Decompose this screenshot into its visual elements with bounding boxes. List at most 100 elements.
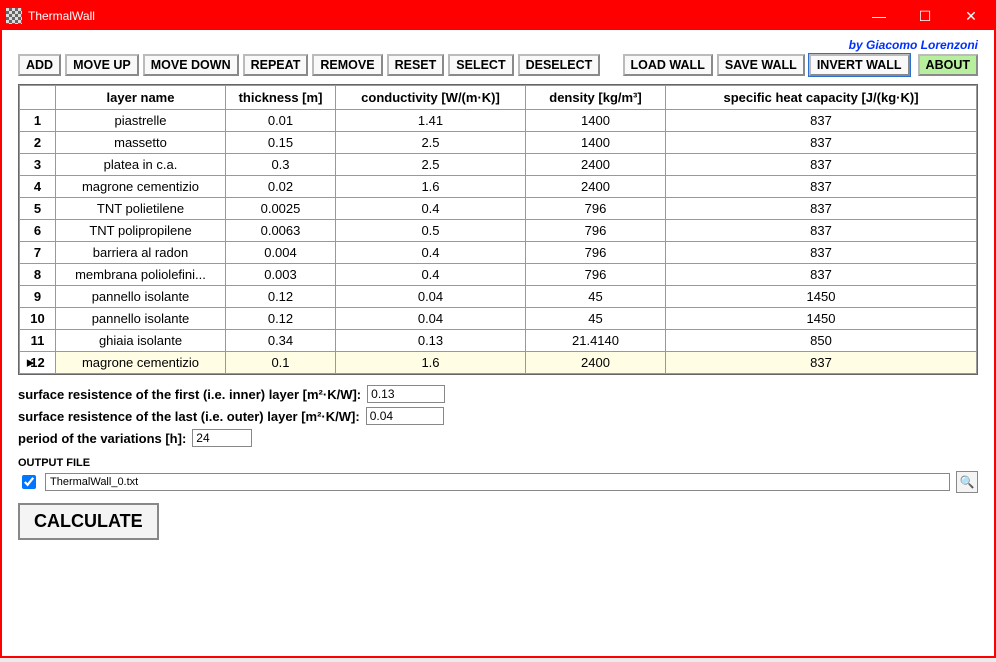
cell-shc[interactable]: 1450 <box>666 308 977 330</box>
cell-thickness[interactable]: 0.1 <box>226 352 336 374</box>
cell-shc[interactable]: 837 <box>666 154 977 176</box>
cell-density[interactable]: 1400 <box>526 132 666 154</box>
invert-wall-button[interactable]: INVERT WALL <box>809 54 910 76</box>
cell-density[interactable]: 796 <box>526 198 666 220</box>
cell-conductivity[interactable]: 0.04 <box>336 286 526 308</box>
cell-shc[interactable]: 837 <box>666 110 977 132</box>
cell-thickness[interactable]: 0.12 <box>226 308 336 330</box>
cell-conductivity[interactable]: 0.4 <box>336 198 526 220</box>
cell-layer[interactable]: TNT polietilene <box>56 198 226 220</box>
minimize-button[interactable]: — <box>856 2 902 30</box>
cell-density[interactable]: 2400 <box>526 176 666 198</box>
cell-thickness[interactable]: 0.01 <box>226 110 336 132</box>
cell-shc[interactable]: 837 <box>666 198 977 220</box>
cell-conductivity[interactable]: 1.41 <box>336 110 526 132</box>
cell-density[interactable]: 2400 <box>526 352 666 374</box>
cell-density[interactable]: 45 <box>526 286 666 308</box>
browse-button[interactable]: 🔍 <box>956 471 978 493</box>
cell-density[interactable]: 45 <box>526 308 666 330</box>
period-input[interactable] <box>192 429 252 447</box>
table-row[interactable]: 2massetto0.152.51400837 <box>20 132 977 154</box>
cell-layer[interactable]: massetto <box>56 132 226 154</box>
table-row[interactable]: 8membrana poliolefini...0.0030.4796837 <box>20 264 977 286</box>
cell-density[interactable]: 796 <box>526 242 666 264</box>
cell-conductivity[interactable]: 0.04 <box>336 308 526 330</box>
add-button[interactable]: ADD <box>18 54 61 76</box>
cell-layer[interactable]: TNT polipropilene <box>56 220 226 242</box>
maximize-button[interactable]: ☐ <box>902 2 948 30</box>
cell-shc[interactable]: 837 <box>666 242 977 264</box>
cell-thickness[interactable]: 0.003 <box>226 264 336 286</box>
save-wall-button[interactable]: SAVE WALL <box>717 54 805 76</box>
cell-shc[interactable]: 837 <box>666 352 977 374</box>
row-header[interactable]: 8 <box>20 264 56 286</box>
table-row[interactable]: 9pannello isolante0.120.04451450 <box>20 286 977 308</box>
cell-thickness[interactable]: 0.0025 <box>226 198 336 220</box>
col-header-thickness[interactable]: thickness [m] <box>226 86 336 110</box>
cell-density[interactable]: 796 <box>526 220 666 242</box>
cell-layer[interactable]: magrone cementizio <box>56 352 226 374</box>
cell-shc[interactable]: 837 <box>666 264 977 286</box>
layers-table[interactable]: layer name thickness [m] conductivity [W… <box>19 85 977 374</box>
cell-thickness[interactable]: 0.0063 <box>226 220 336 242</box>
about-button[interactable]: ABOUT <box>918 54 978 76</box>
row-header[interactable]: 10 <box>20 308 56 330</box>
cell-thickness[interactable]: 0.34 <box>226 330 336 352</box>
cell-thickness[interactable]: 0.004 <box>226 242 336 264</box>
cell-conductivity[interactable]: 2.5 <box>336 132 526 154</box>
calculate-button[interactable]: CALCULATE <box>18 503 159 540</box>
cell-layer[interactable]: platea in c.a. <box>56 154 226 176</box>
cell-conductivity[interactable]: 1.6 <box>336 352 526 374</box>
output-file-input[interactable] <box>45 473 950 491</box>
cell-thickness[interactable]: 0.02 <box>226 176 336 198</box>
row-header[interactable]: 1 <box>20 110 56 132</box>
col-header-conductivity[interactable]: conductivity [W/(m·K)] <box>336 86 526 110</box>
res-inner-input[interactable] <box>367 385 445 403</box>
row-header[interactable]: 6 <box>20 220 56 242</box>
cell-layer[interactable]: pannello isolante <box>56 308 226 330</box>
table-row[interactable]: ▶12magrone cementizio0.11.62400837 <box>20 352 977 374</box>
cell-conductivity[interactable]: 0.4 <box>336 242 526 264</box>
table-row[interactable]: 10pannello isolante0.120.04451450 <box>20 308 977 330</box>
cell-density[interactable]: 1400 <box>526 110 666 132</box>
close-button[interactable]: ✕ <box>948 2 994 30</box>
cell-layer[interactable]: piastrelle <box>56 110 226 132</box>
cell-layer[interactable]: barriera al radon <box>56 242 226 264</box>
row-header[interactable]: 4 <box>20 176 56 198</box>
col-header-shc[interactable]: specific heat capacity [J/(kg·K)] <box>666 86 977 110</box>
cell-conductivity[interactable]: 0.5 <box>336 220 526 242</box>
res-outer-input[interactable] <box>366 407 444 425</box>
titlebar[interactable]: ThermalWall — ☐ ✕ <box>2 2 994 30</box>
reset-button[interactable]: RESET <box>387 54 445 76</box>
deselect-button[interactable]: DESELECT <box>518 54 601 76</box>
cell-shc[interactable]: 837 <box>666 176 977 198</box>
cell-thickness[interactable]: 0.12 <box>226 286 336 308</box>
cell-layer[interactable]: membrana poliolefini... <box>56 264 226 286</box>
table-row[interactable]: 6TNT polipropilene0.00630.5796837 <box>20 220 977 242</box>
cell-layer[interactable]: ghiaia isolante <box>56 330 226 352</box>
row-header[interactable]: 5 <box>20 198 56 220</box>
row-header[interactable]: ▶12 <box>20 352 56 374</box>
cell-density[interactable]: 2400 <box>526 154 666 176</box>
cell-thickness[interactable]: 0.3 <box>226 154 336 176</box>
cell-density[interactable]: 21.4140 <box>526 330 666 352</box>
row-header[interactable]: 2 <box>20 132 56 154</box>
cell-layer[interactable]: magrone cementizio <box>56 176 226 198</box>
move-down-button[interactable]: MOVE DOWN <box>143 54 239 76</box>
cell-density[interactable]: 796 <box>526 264 666 286</box>
table-row[interactable]: 11ghiaia isolante0.340.1321.4140850 <box>20 330 977 352</box>
cell-conductivity[interactable]: 0.13 <box>336 330 526 352</box>
cell-shc[interactable]: 850 <box>666 330 977 352</box>
cell-layer[interactable]: pannello isolante <box>56 286 226 308</box>
cell-thickness[interactable]: 0.15 <box>226 132 336 154</box>
cell-shc[interactable]: 837 <box>666 220 977 242</box>
table-row[interactable]: 3platea in c.a.0.32.52400837 <box>20 154 977 176</box>
col-header-density[interactable]: density [kg/m³] <box>526 86 666 110</box>
table-row[interactable]: 7barriera al radon0.0040.4796837 <box>20 242 977 264</box>
cell-conductivity[interactable]: 1.6 <box>336 176 526 198</box>
remove-button[interactable]: REMOVE <box>312 54 382 76</box>
repeat-button[interactable]: REPEAT <box>243 54 309 76</box>
row-header[interactable]: 3 <box>20 154 56 176</box>
cell-shc[interactable]: 1450 <box>666 286 977 308</box>
table-row[interactable]: 5TNT polietilene0.00250.4796837 <box>20 198 977 220</box>
